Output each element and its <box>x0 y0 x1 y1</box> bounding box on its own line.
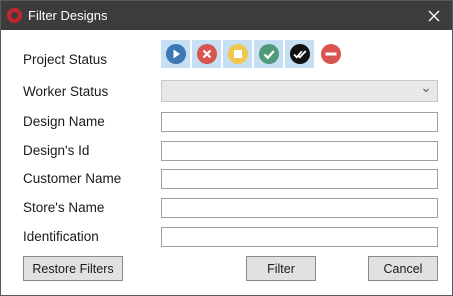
app-logo-icon <box>7 8 22 23</box>
project-status-label: Project Status <box>23 52 108 67</box>
double-check-status-icon <box>289 44 310 64</box>
close-button[interactable] <box>416 1 452 30</box>
store-name-input[interactable] <box>161 198 438 218</box>
chevron-down-icon <box>423 88 429 93</box>
stop-status-icon <box>227 44 248 64</box>
filter-designs-dialog: Filter Designs Project Status Worker Sta… <box>0 0 453 296</box>
customer-name-label: Customer Name <box>23 171 122 186</box>
status-toggle-play[interactable] <box>161 40 190 68</box>
play-status-icon <box>165 44 186 64</box>
design-id-input[interactable] <box>161 141 438 161</box>
filter-button[interactable]: Filter <box>246 256 316 281</box>
status-toggle-blocked[interactable] <box>316 40 345 68</box>
window-title: Filter Designs <box>28 8 108 23</box>
design-id-label: Design's Id <box>23 143 90 158</box>
design-name-label: Design Name <box>23 114 105 129</box>
worker-status-label: Worker Status <box>23 84 109 99</box>
project-status-icons <box>161 40 345 68</box>
status-toggle-double-check[interactable] <box>285 40 314 68</box>
cancel-button[interactable]: Cancel <box>368 256 438 281</box>
worker-status-dropdown[interactable] <box>161 80 438 102</box>
close-icon <box>428 10 440 21</box>
title-bar[interactable]: Filter Designs <box>1 1 452 30</box>
customer-name-input[interactable] <box>161 169 438 189</box>
design-name-input[interactable] <box>161 112 438 132</box>
identification-label: Identification <box>23 229 99 244</box>
check-status-icon <box>258 44 279 64</box>
status-toggle-stop[interactable] <box>223 40 252 68</box>
store-name-label: Store's Name <box>23 200 105 215</box>
restore-filters-button[interactable]: Restore Filters <box>23 256 123 281</box>
status-toggle-check[interactable] <box>254 40 283 68</box>
blocked-status-icon <box>320 44 341 64</box>
cancel-status-icon <box>196 44 217 64</box>
identification-input[interactable] <box>161 227 438 247</box>
status-toggle-cancel[interactable] <box>192 40 221 68</box>
